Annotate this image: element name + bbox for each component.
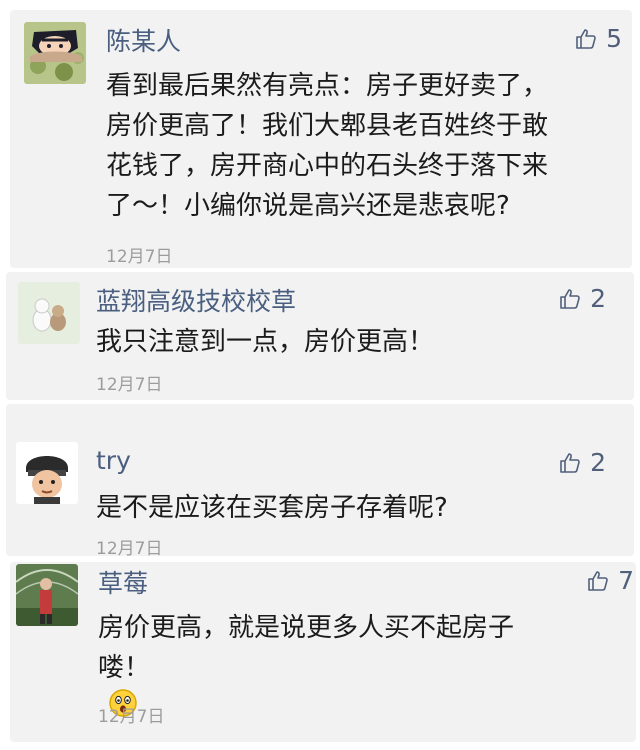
like-button[interactable]: 2 bbox=[558, 284, 606, 313]
like-count: 5 bbox=[606, 24, 622, 53]
comment-card: 蓝翔高级技校校草 2 我只注意到一点，房价更高！ 12月7日 bbox=[6, 272, 634, 400]
comment-line: 是不是应该在买套房子存着呢? bbox=[96, 493, 448, 523]
like-count: 7 bbox=[618, 566, 634, 595]
comment-line: 我只注意到一点，房价更高！ bbox=[96, 327, 435, 357]
comment-date: 12月7日 bbox=[96, 375, 163, 395]
like-button[interactable]: 2 bbox=[558, 448, 606, 477]
commenter-name[interactable]: 陈某人 bbox=[106, 22, 181, 58]
thumbs-up-icon bbox=[576, 28, 596, 49]
comment-line: 了～！小编你说是高兴还是悲哀呢? bbox=[106, 191, 510, 221]
cartoon-character-avatar-icon bbox=[24, 22, 86, 84]
avatar[interactable] bbox=[24, 22, 86, 84]
comment-line: 房价更高了！我们大郫县老百姓终于敢 bbox=[106, 111, 549, 141]
like-count: 2 bbox=[590, 284, 606, 313]
comment-card: try 2 是不是应该在买套房子存着呢? 12月7日 bbox=[6, 404, 634, 559]
thumbs-up-icon bbox=[588, 570, 608, 591]
thumbs-up-icon bbox=[560, 288, 580, 309]
comment-card: 陈某人 5 看到最后果然有亮点：房子更好卖了， 房价更高了！我们大郫县老百姓终于… bbox=[10, 10, 632, 268]
comment-line: 花钱了，房开商心中的石头终于落下来 bbox=[106, 151, 549, 181]
comment-date: 12月7日 bbox=[106, 247, 173, 267]
comment-line: 房价更高，就是说更多人买不起房子 bbox=[98, 613, 515, 643]
comment-text: 我只注意到一点，房价更高！ bbox=[96, 322, 434, 362]
avatar[interactable] bbox=[16, 564, 78, 626]
like-button[interactable]: 7 bbox=[586, 566, 634, 595]
comment-text: 是不是应该在买套房子存着呢? bbox=[96, 488, 448, 528]
toy-figure-avatar-icon bbox=[18, 282, 80, 344]
commenter-name[interactable]: 草莓 bbox=[98, 564, 148, 600]
greenhouse-photo-avatar-icon bbox=[16, 564, 78, 626]
like-button[interactable]: 5 bbox=[574, 24, 622, 53]
avatar[interactable] bbox=[18, 282, 80, 344]
commenter-name[interactable]: try bbox=[96, 446, 131, 475]
comment-date: 12月7日 bbox=[98, 707, 165, 727]
thumbs-up-icon bbox=[560, 452, 580, 473]
like-count: 2 bbox=[590, 448, 606, 477]
soldier-cartoon-avatar-icon bbox=[16, 442, 78, 504]
commenter-name[interactable]: 蓝翔高级技校校草 bbox=[96, 282, 296, 318]
avatar[interactable] bbox=[16, 442, 78, 504]
comment-date: 12月7日 bbox=[96, 539, 163, 559]
comment-card: 草莓 7 房价更高，就是说更多人买不起房子 喽！ 12月7日 bbox=[10, 562, 636, 742]
comment-line: 看到最后果然有亮点：房子更好卖了， bbox=[106, 71, 549, 101]
comment-text: 看到最后果然有亮点：房子更好卖了， 房价更高了！我们大郫县老百姓终于敢 花钱了，… bbox=[106, 66, 548, 226]
comment-line-text: 喽！ bbox=[98, 653, 151, 683]
